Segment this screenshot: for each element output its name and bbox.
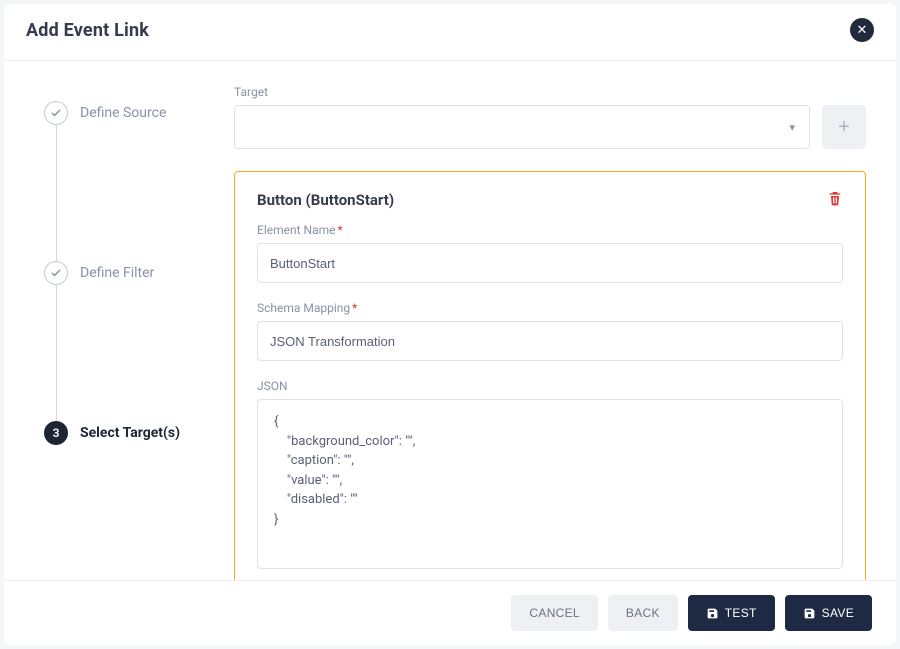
- plus-icon: +: [838, 116, 850, 139]
- target-card: Button (ButtonStart) Element Name* Schem…: [234, 171, 866, 580]
- json-textarea[interactable]: [257, 399, 843, 569]
- check-icon: [44, 261, 68, 285]
- save-icon: [706, 607, 719, 620]
- delete-target-button[interactable]: [827, 190, 843, 209]
- stepper: Define Source Define Filter 3 Select Tar…: [34, 85, 234, 580]
- target-select[interactable]: ▾: [234, 105, 810, 149]
- step-number-badge: 3: [44, 421, 68, 445]
- step-define-filter[interactable]: Define Filter: [44, 261, 154, 285]
- add-event-link-modal: Add Event Link ✕ Define Source Define Fi…: [4, 4, 896, 645]
- trash-icon: [827, 194, 843, 209]
- test-button[interactable]: TEST: [688, 595, 775, 631]
- step-select-targets[interactable]: 3 Select Target(s): [44, 421, 180, 445]
- card-header: Button (ButtonStart): [257, 190, 843, 209]
- content-column: Target ▾ + Button (ButtonStart): [234, 85, 866, 580]
- modal-header: Add Event Link ✕: [4, 4, 896, 61]
- schema-mapping-input[interactable]: [257, 321, 843, 361]
- back-button[interactable]: BACK: [608, 595, 678, 631]
- schema-mapping-label: Schema Mapping*: [257, 301, 843, 315]
- element-name-input[interactable]: [257, 243, 843, 283]
- modal-title: Add Event Link: [26, 20, 149, 41]
- step-label: Select Target(s): [80, 425, 180, 441]
- close-button[interactable]: ✕: [850, 18, 874, 42]
- chevron-down-icon: ▾: [789, 121, 795, 134]
- save-button[interactable]: SAVE: [785, 595, 872, 631]
- modal-body: Define Source Define Filter 3 Select Tar…: [4, 61, 896, 580]
- add-target-button[interactable]: +: [822, 105, 866, 149]
- step-connector: [56, 281, 57, 421]
- json-label: JSON: [257, 379, 843, 393]
- close-icon: ✕: [857, 22, 868, 38]
- card-title: Button (ButtonStart): [257, 191, 394, 209]
- element-name-label: Element Name*: [257, 223, 843, 237]
- modal-footer: CANCEL BACK TEST SAVE: [4, 580, 896, 645]
- check-icon: [44, 101, 68, 125]
- cancel-button[interactable]: CANCEL: [511, 595, 597, 631]
- target-label: Target: [234, 85, 866, 99]
- step-connector: [56, 121, 57, 261]
- target-row: ▾ +: [234, 105, 866, 149]
- step-label: Define Source: [80, 105, 166, 121]
- save-icon: [803, 607, 816, 620]
- step-define-source[interactable]: Define Source: [44, 101, 166, 125]
- required-marker: *: [338, 223, 343, 237]
- step-label: Define Filter: [80, 265, 154, 281]
- required-marker: *: [352, 301, 357, 315]
